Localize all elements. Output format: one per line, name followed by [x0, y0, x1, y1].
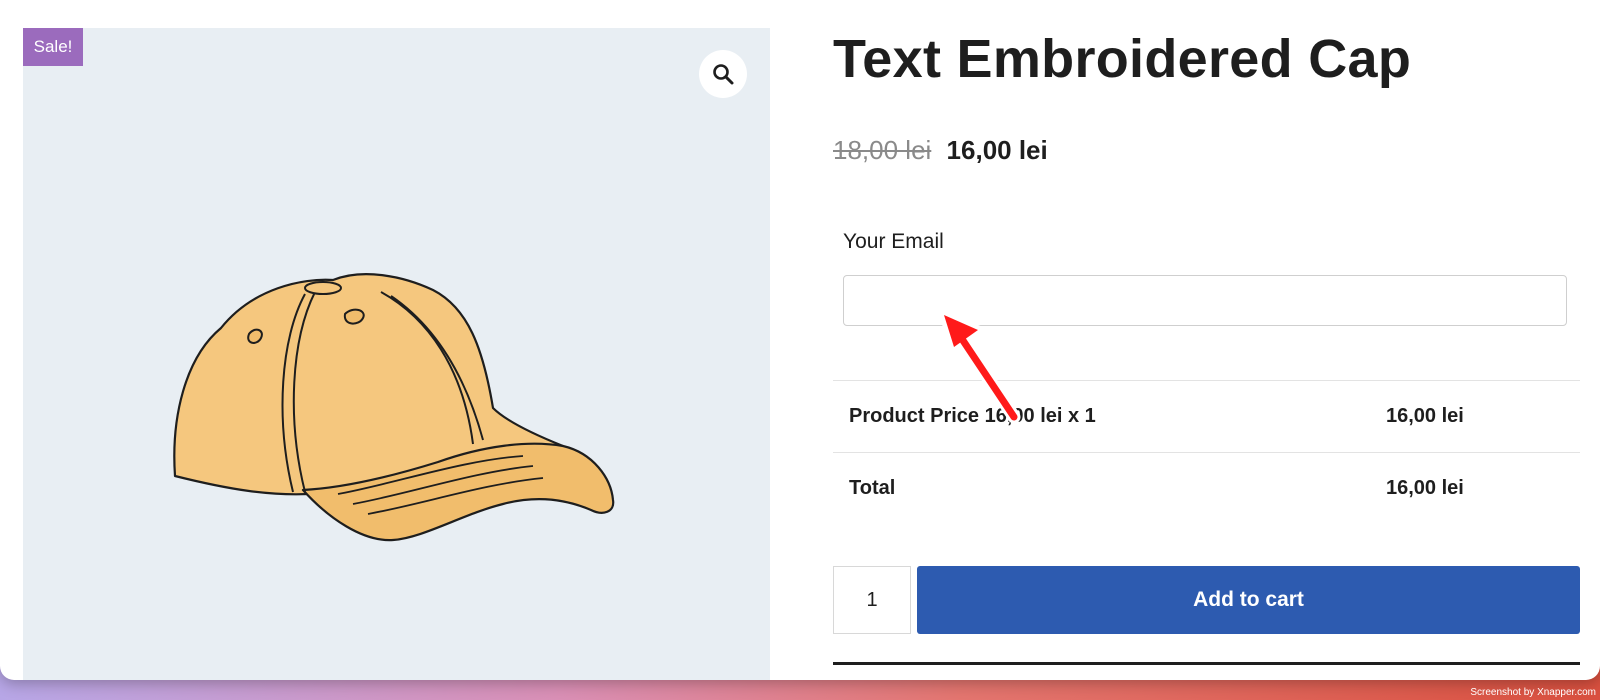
summary-value: 16,00 lei [1386, 477, 1464, 499]
product-gallery: Sale! [23, 28, 770, 680]
summary-label: Total [849, 477, 896, 499]
quantity-input[interactable] [833, 566, 911, 634]
add-to-cart-button[interactable]: Add to cart [917, 566, 1580, 634]
summary-row-total: Total 16,00 lei [833, 452, 1580, 524]
email-label: Your Email [843, 230, 944, 253]
sale-price: 16,00 lei [946, 135, 1048, 165]
price-row: 18,00 lei 16,00 lei [833, 135, 1048, 166]
watermark: Screenshot by Xnapper.com [1470, 687, 1596, 698]
search-icon [713, 64, 734, 85]
sale-badge: Sale! [23, 28, 83, 66]
annotation-arrow-icon [939, 310, 1021, 424]
cap-image[interactable] [163, 248, 623, 548]
divider [833, 662, 1580, 665]
zoom-button[interactable] [699, 50, 747, 98]
product-title: Text Embroidered Cap [833, 29, 1412, 89]
original-price: 18,00 lei [833, 135, 932, 165]
summary-value: 16,00 lei [1386, 405, 1464, 427]
browser-window: Sale! Text Embroidered Cap 18,00 lei 16,… [0, 0, 1600, 680]
